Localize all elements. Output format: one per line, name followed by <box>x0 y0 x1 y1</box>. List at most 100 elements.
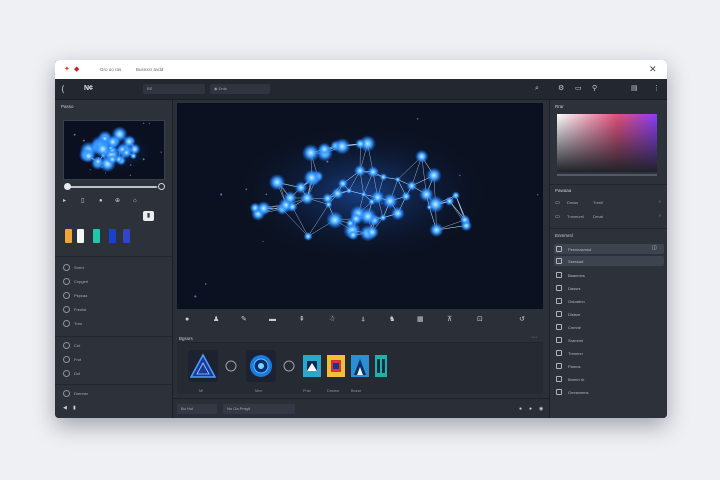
card-teal-asset-icon[interactable] <box>301 349 323 383</box>
status-dot-icon[interactable]: ● <box>519 404 522 414</box>
layer-row[interactable]: Baanmns <box>554 270 664 280</box>
visibility-icon[interactable]: ◫ <box>652 245 657 252</box>
crop-icon[interactable]: ⊡ <box>477 315 483 325</box>
pen-icon[interactable]: ✎ <box>241 315 247 325</box>
layer-row[interactable]: Ssessad <box>554 256 664 266</box>
panel-icon[interactable]: ▮ <box>73 405 76 411</box>
record-icon[interactable]: ● <box>185 315 189 325</box>
checkbox[interactable] <box>556 272 562 278</box>
layer-row[interactable]: Sramnnl <box>554 335 664 345</box>
mode-toggle[interactable]: ▮ <box>143 211 154 221</box>
toolbar-field-primary[interactable]: BS <box>143 84 205 94</box>
checkbox[interactable] <box>556 298 562 304</box>
close-button[interactable]: ✕ <box>649 64 657 74</box>
layer-row[interactable]: Pesnnasmsd ◫ <box>554 244 664 254</box>
hue-slider[interactable] <box>557 174 657 176</box>
color-swatch-teal[interactable] <box>93 229 100 243</box>
layer-row[interactable]: Cnmnlr <box>554 322 664 332</box>
color-picker[interactable] <box>557 114 657 172</box>
checkbox[interactable] <box>556 324 562 330</box>
dot-icon[interactable]: ● <box>99 196 103 206</box>
home-icon[interactable]: ⌂ <box>133 196 137 206</box>
window-icon[interactable]: ▭ <box>575 84 582 94</box>
add-icon[interactable]: ⊕ <box>115 196 120 206</box>
card-cyan-asset-icon[interactable] <box>373 349 389 383</box>
redo-icon[interactable]: ↺ <box>519 315 525 325</box>
layer-row[interactable]: Tnmnnn <box>554 348 664 358</box>
grid-icon[interactable]: ▦ <box>417 315 424 325</box>
card-blue-asset-icon[interactable] <box>349 349 371 383</box>
checkbox[interactable] <box>556 337 562 343</box>
checkbox[interactable] <box>556 350 562 356</box>
orb-asset-icon[interactable] <box>245 349 277 383</box>
layer-row[interactable]: Bmmrt rlr <box>554 374 664 384</box>
slider-end-handle[interactable] <box>158 183 165 190</box>
list-item[interactable]: Dcf <box>63 369 167 379</box>
triangle-asset-icon[interactable] <box>187 349 219 383</box>
window-title: Gro oo ras <box>100 67 122 72</box>
checkbox[interactable] <box>556 258 562 264</box>
preview-slider[interactable] <box>65 186 163 188</box>
card-yellow-asset-icon[interactable] <box>325 349 347 383</box>
app-name: N¢ <box>84 85 93 92</box>
back-icon[interactable]: ⟨ <box>61 84 65 94</box>
frame-icon[interactable]: ▯ <box>81 196 84 206</box>
list-item[interactable]: Tnrs <box>63 319 167 329</box>
star-point <box>245 188 248 191</box>
list-item[interactable]: Pspcaa <box>63 291 167 301</box>
knight-icon[interactable]: ♞ <box>389 315 395 325</box>
checkbox[interactable] <box>556 363 562 369</box>
color-swatch-blue[interactable] <box>109 229 116 243</box>
pin-icon[interactable]: ⚲ <box>592 84 597 94</box>
branch-icon[interactable]: ⊼ <box>447 315 452 325</box>
layer-row[interactable]: Oniosilnn <box>554 296 664 306</box>
slider-start-handle[interactable] <box>64 183 71 190</box>
list-item[interactable]: Frenlst <box>63 305 167 315</box>
ring-asset-icon[interactable] <box>223 349 239 383</box>
settings-icon[interactable]: ⚙ <box>558 84 564 94</box>
layer-row[interactable]: Pamos <box>554 361 664 371</box>
figure-icon[interactable]: ☃ <box>329 315 335 325</box>
status-field-secondary[interactable]: Nn Oa Pmgit <box>223 404 295 414</box>
layer-row[interactable]: Gmnsmnns <box>554 387 664 397</box>
play-icon[interactable]: ▸ <box>63 196 66 206</box>
assets-menu-icon[interactable]: ⋯ <box>531 335 537 341</box>
status-field-primary[interactable]: Bu Hoi <box>177 404 217 414</box>
arrow-up-icon[interactable]: ⇞ <box>299 315 305 325</box>
property-row[interactable]: ▭ Dnsss Tnmil › <box>555 198 663 208</box>
list-item[interactable]: Cnt <box>63 341 167 351</box>
preview-thumbnail[interactable] <box>63 120 165 180</box>
color-swatch-orange[interactable] <box>65 229 72 243</box>
layer-row[interactable]: Dassrs <box>554 283 664 293</box>
layer-row[interactable]: Dlstsm <box>554 309 664 319</box>
network-node <box>303 231 313 241</box>
status-dot-icon[interactable]: ● <box>529 404 532 414</box>
checkbox[interactable] <box>556 311 562 317</box>
checkbox[interactable] <box>556 246 562 252</box>
collapse-icon[interactable]: ◀ <box>63 405 67 411</box>
star-point <box>148 122 150 124</box>
list-item[interactable]: Frot <box>63 355 167 365</box>
checkbox[interactable] <box>556 376 562 382</box>
toolbar-field-secondary[interactable]: ◉ Dnts <box>210 84 270 94</box>
search-icon[interactable]: ⌕ <box>535 84 539 94</box>
list-item[interactable]: Snrrd <box>63 263 167 273</box>
color-swatch-indigo[interactable] <box>123 229 130 243</box>
app-window: ✦ ◆ Gro oo ras Busnxsr avdd ✕ ⟨ N¢ BS ◉ … <box>55 60 667 418</box>
checkbox[interactable] <box>556 389 562 395</box>
more-icon[interactable]: ⋮ <box>653 84 660 94</box>
line-icon[interactable]: ▬ <box>269 315 276 325</box>
color-swatch-white[interactable] <box>77 229 84 243</box>
layers-icon[interactable]: ▤ <box>631 84 638 94</box>
filter-icon[interactable]: ⍋ <box>361 315 365 325</box>
network-node <box>418 186 434 202</box>
property-row[interactable]: ▭ Tnmeuml Drnat › <box>555 212 663 222</box>
checkbox[interactable] <box>556 285 562 291</box>
status-target-icon[interactable]: ◉ <box>539 404 543 414</box>
person-icon[interactable]: ♟ <box>213 315 219 325</box>
list-item[interactable]: Dmnnsr <box>63 389 167 399</box>
list-item-label: Pspcaa <box>74 293 88 298</box>
list-item[interactable]: Cnpgeri <box>63 277 167 287</box>
main-canvas[interactable] <box>177 103 543 309</box>
ring-asset-icon[interactable] <box>281 349 297 383</box>
